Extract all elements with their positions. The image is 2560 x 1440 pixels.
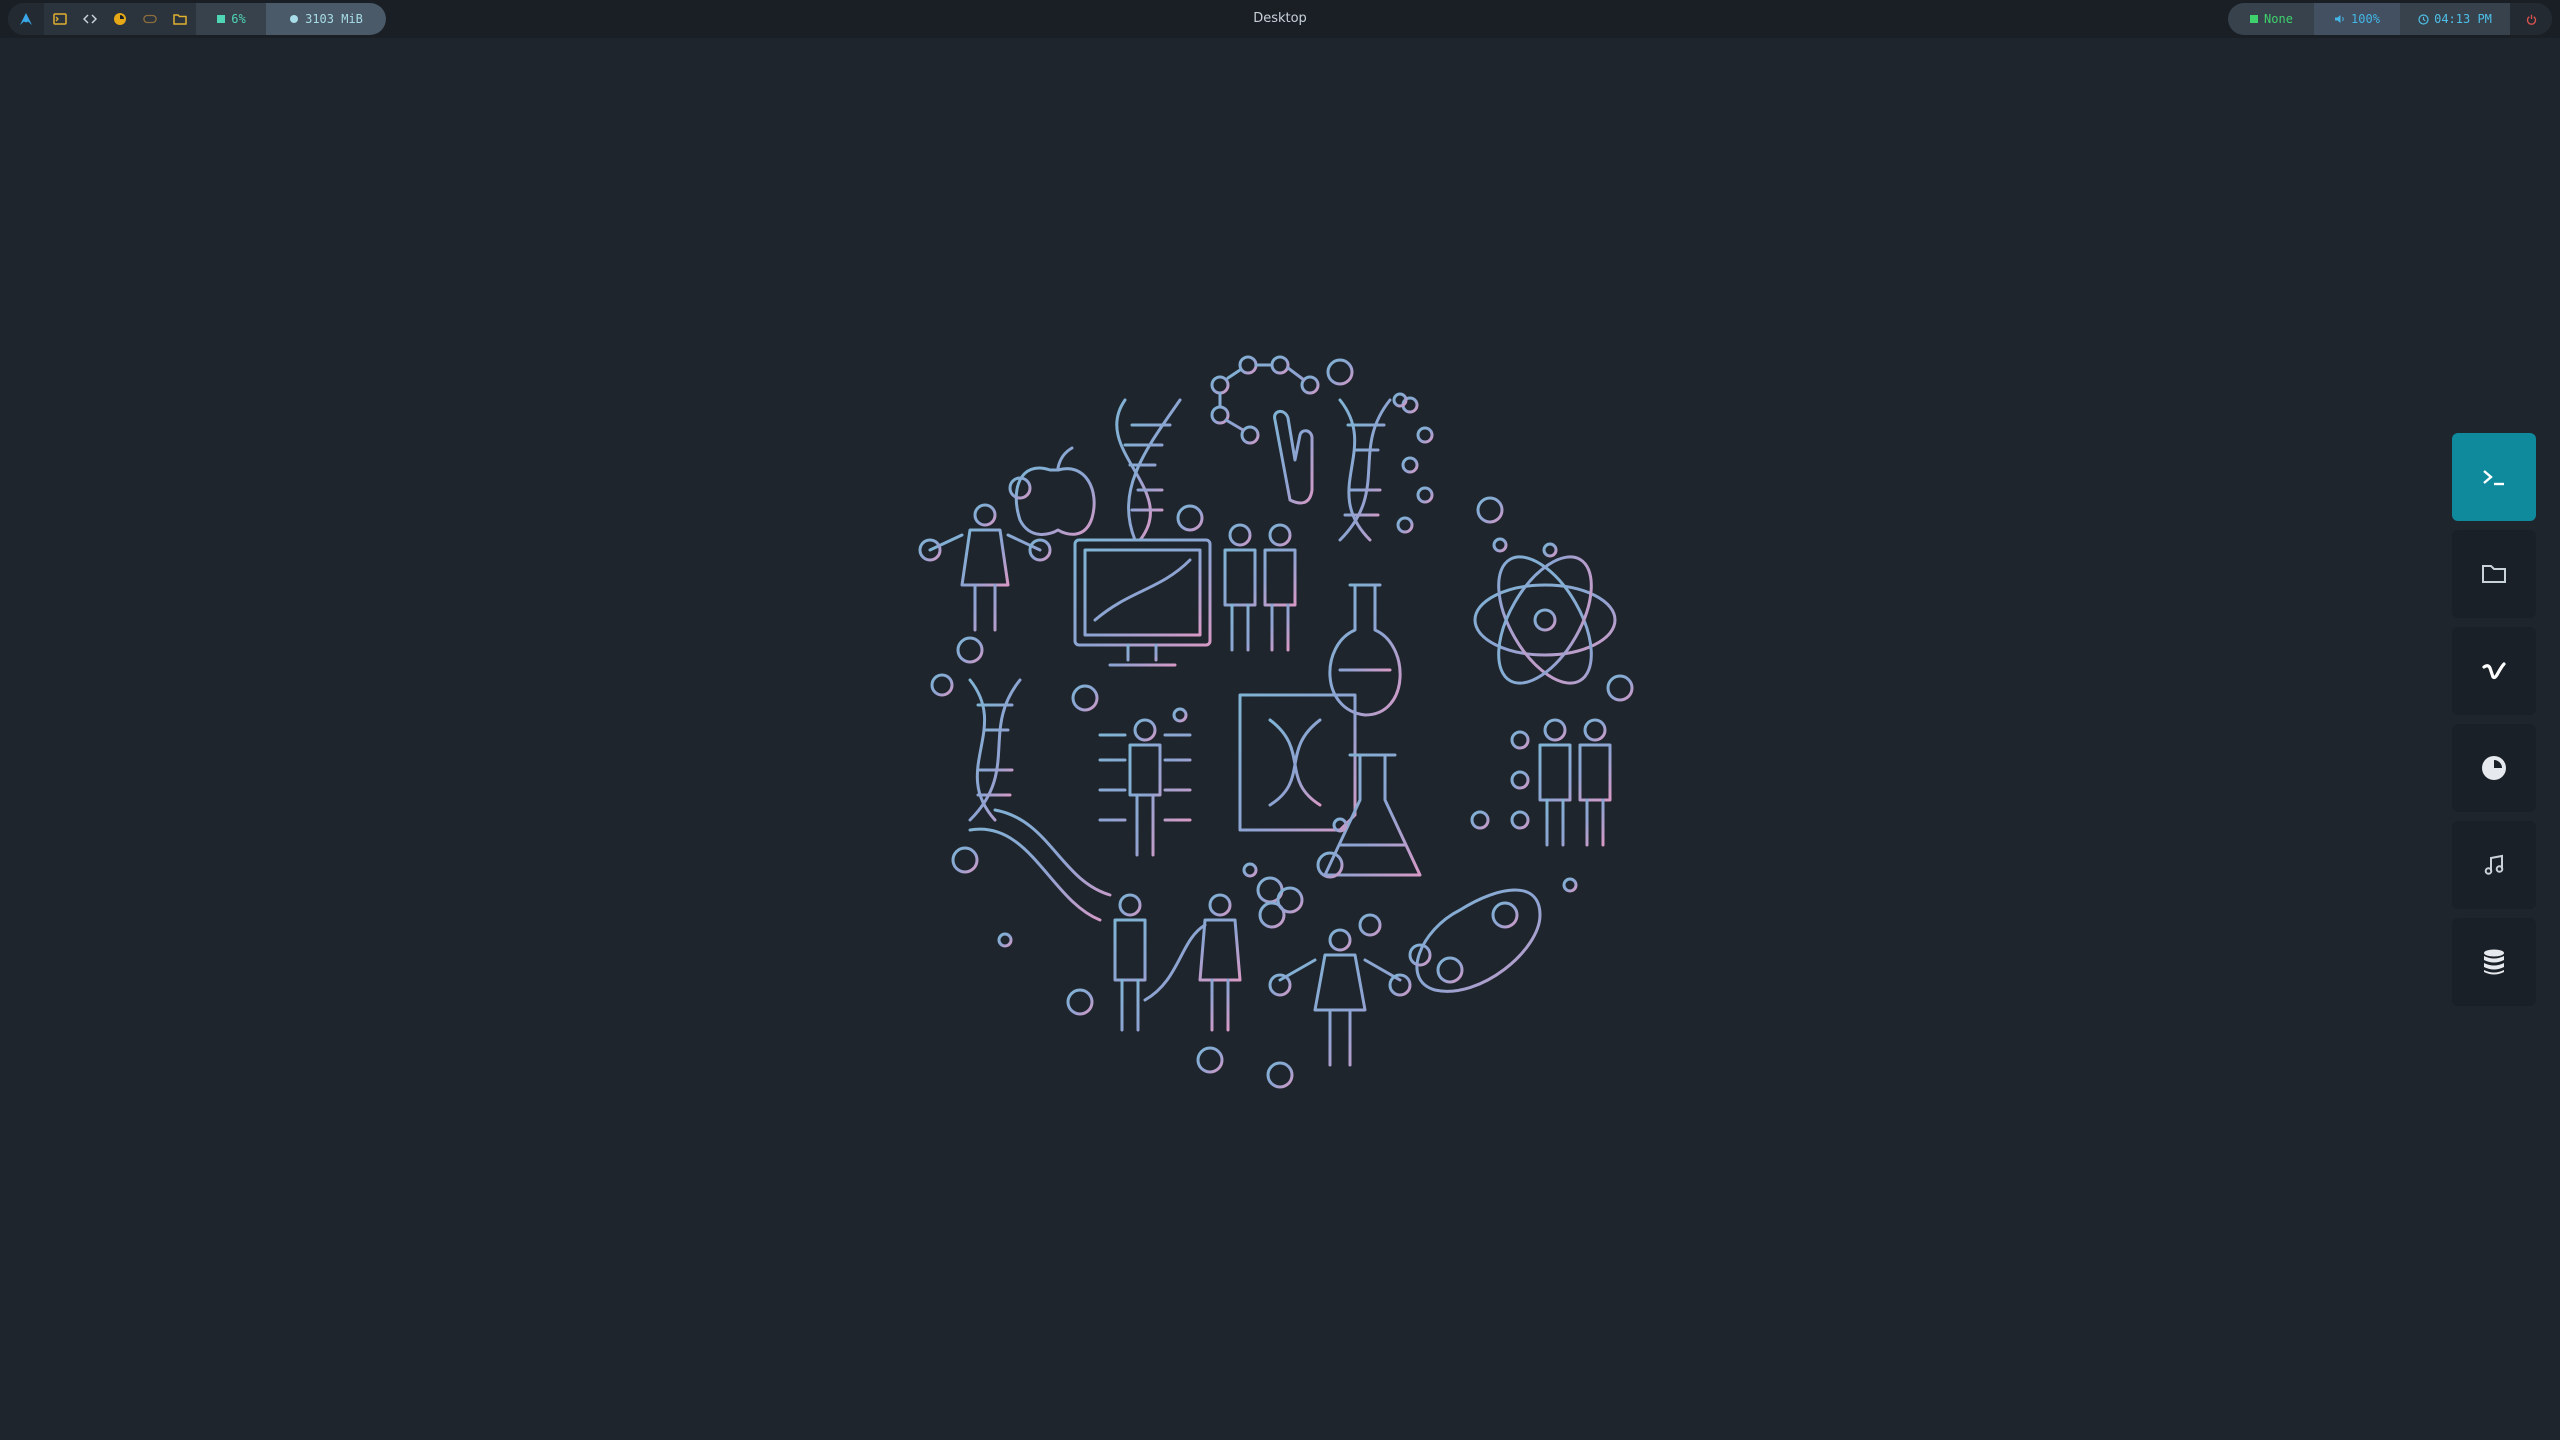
code-icon[interactable] xyxy=(83,12,97,26)
top-bar: 6% 3103 MiB Desktop None 100% 04:13 PM xyxy=(0,0,2560,38)
network-icon xyxy=(2250,15,2259,23)
wallpaper-genetics-illustration xyxy=(918,355,1634,1089)
dna-helix-left-icon xyxy=(968,678,1022,822)
right-status-group: None 100% 04:13 PM xyxy=(2228,3,2552,35)
terminal-icon xyxy=(2483,470,2504,486)
side-dock xyxy=(2452,433,2536,1015)
volume-indicator[interactable]: 100% xyxy=(2314,3,2400,35)
person-cells-icon xyxy=(918,503,1052,632)
dock-music[interactable] xyxy=(2452,821,2536,909)
dna-helix-icon xyxy=(1115,398,1182,542)
person-circuit-icon xyxy=(1098,718,1192,857)
network-indicator[interactable]: None xyxy=(2228,3,2314,35)
database-icon xyxy=(2484,949,2504,975)
monitor-dna-icon xyxy=(1073,538,1212,667)
clock-icon xyxy=(2418,13,2429,25)
document-dna-icon xyxy=(1238,693,1357,832)
hand-molecule-icon xyxy=(1210,355,1320,505)
power-button[interactable] xyxy=(2510,3,2552,35)
person-cells-bottom-icon xyxy=(1268,928,1412,1067)
memory-icon xyxy=(290,15,299,23)
files-icon[interactable] xyxy=(173,12,187,26)
arch-icon xyxy=(20,13,32,25)
couple-dna-icon xyxy=(1113,893,1242,1032)
clock-indicator[interactable]: 04:13 PM xyxy=(2400,3,2510,35)
app-launchers xyxy=(44,3,196,35)
folder-icon xyxy=(2482,565,2506,583)
window-title: Desktop xyxy=(1253,11,1307,26)
clock-value: 04:13 PM xyxy=(2434,12,2492,26)
dna-molecule-icon xyxy=(1338,396,1434,542)
memory-indicator[interactable]: 3103 MiB xyxy=(266,3,386,35)
volume-icon xyxy=(2335,15,2344,23)
cell-cluster-icon xyxy=(1256,876,1304,929)
atom-icon xyxy=(1473,555,1617,685)
network-value: None xyxy=(2264,12,2293,26)
terminal-icon[interactable] xyxy=(53,12,67,26)
power-icon xyxy=(2526,14,2536,25)
vimeo-icon xyxy=(2482,662,2506,680)
two-people-icon xyxy=(1223,523,1297,652)
cpu-icon xyxy=(217,15,226,23)
game-icon[interactable] xyxy=(143,12,157,26)
dock-browser[interactable] xyxy=(2452,724,2536,812)
bacteria-icon xyxy=(1415,888,1542,993)
memory-value: 3103 MiB xyxy=(305,12,363,26)
dock-files[interactable] xyxy=(2452,530,2536,618)
music-icon xyxy=(2484,854,2504,875)
cpu-value: 6% xyxy=(231,12,246,26)
dna-diagonal-icon xyxy=(968,808,1112,922)
dock-database[interactable] xyxy=(2452,918,2536,1006)
volume-value: 100% xyxy=(2351,12,2380,26)
dock-terminal[interactable] xyxy=(2452,433,2536,521)
cpu-indicator[interactable]: 6% xyxy=(196,3,266,35)
left-status-group: 6% 3103 MiB xyxy=(8,3,386,35)
people-dna-icon xyxy=(1510,718,1612,847)
launcher-button[interactable] xyxy=(8,3,44,35)
dock-vimeo[interactable] xyxy=(2452,627,2536,715)
firefox-icon[interactable] xyxy=(113,12,127,26)
browser-icon xyxy=(2482,756,2506,780)
